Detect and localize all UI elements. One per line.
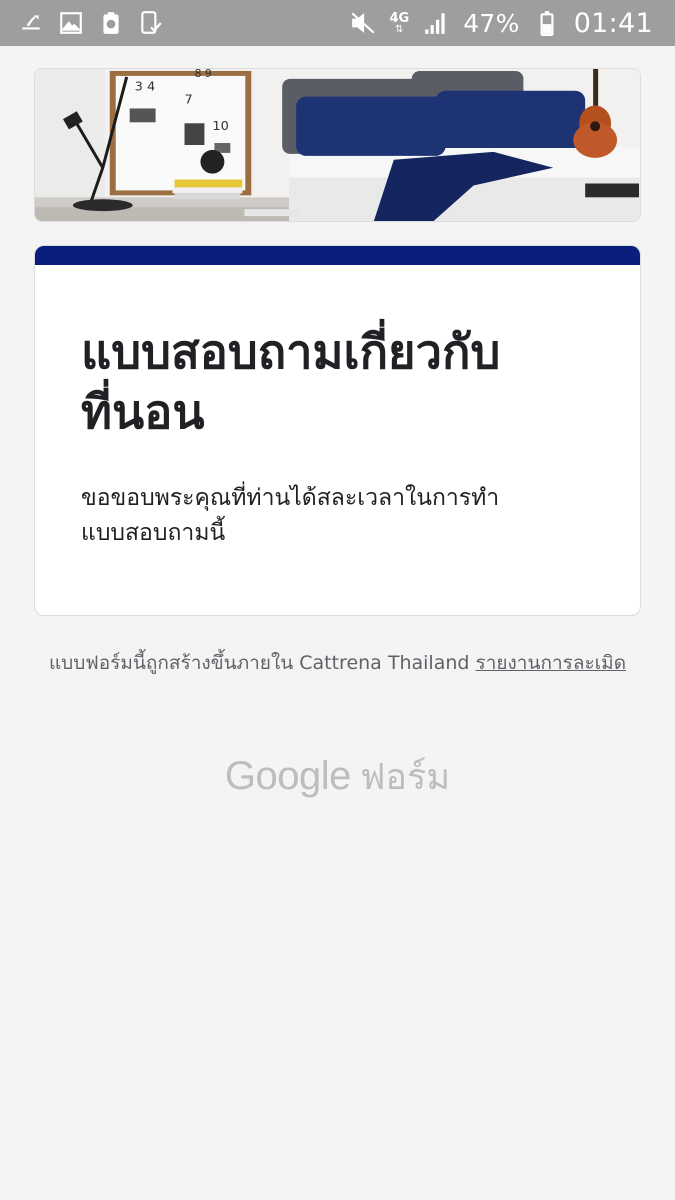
battery-saver-icon [98,10,124,36]
battery-percent: 47% [463,8,520,38]
clock: 01:41 [573,7,653,39]
google-logo-text: Google [224,754,351,798]
network-type-label: 4G [389,10,410,26]
network-icon: 4G ⇅ [390,12,410,35]
screenshot-icon [138,10,164,36]
svg-text:8 9: 8 9 [194,69,211,80]
data-arrows-icon: ⇅ [395,23,404,35]
report-abuse-link[interactable]: รายงานการละเมิด [476,652,627,674]
status-bar: 4G ⇅ 47% 01:41 [0,0,675,46]
forms-logo-text: ฟอร์ม [359,757,451,798]
card-accent-bar [35,246,640,265]
battery-icon [534,10,560,36]
svg-text:10: 10 [212,119,228,134]
google-forms-logo[interactable]: Google ฟอร์ม [0,748,675,805]
signal-icon [423,10,449,36]
header-banner-image: 3 4 8 9 7 10 [34,68,641,222]
svg-text:3 4: 3 4 [135,80,156,95]
form-title: แบบสอบถามเกี่ยวกับที่นอน [81,325,501,440]
mute-icon [350,10,376,36]
footer-disclaimer: แบบฟอร์มนี้ถูกสร้างขึ้นภายใน Cattrena Th… [40,648,635,678]
image-icon [58,10,84,36]
usb-icon [18,10,44,36]
status-left [18,10,164,36]
form-description: ขอขอบพระคุณที่ท่านได้สละเวลาในการทำแบบสอ… [81,485,500,546]
footer-created-text: แบบฟอร์มนี้ถูกสร้างขึ้นภายใน Cattrena Th… [48,652,470,674]
status-right: 4G ⇅ 47% 01:41 [350,8,654,39]
svg-text:7: 7 [185,93,193,108]
form-header-card: แบบสอบถามเกี่ยวกับที่นอน ขอขอบพระคุณที่ท… [34,245,641,616]
